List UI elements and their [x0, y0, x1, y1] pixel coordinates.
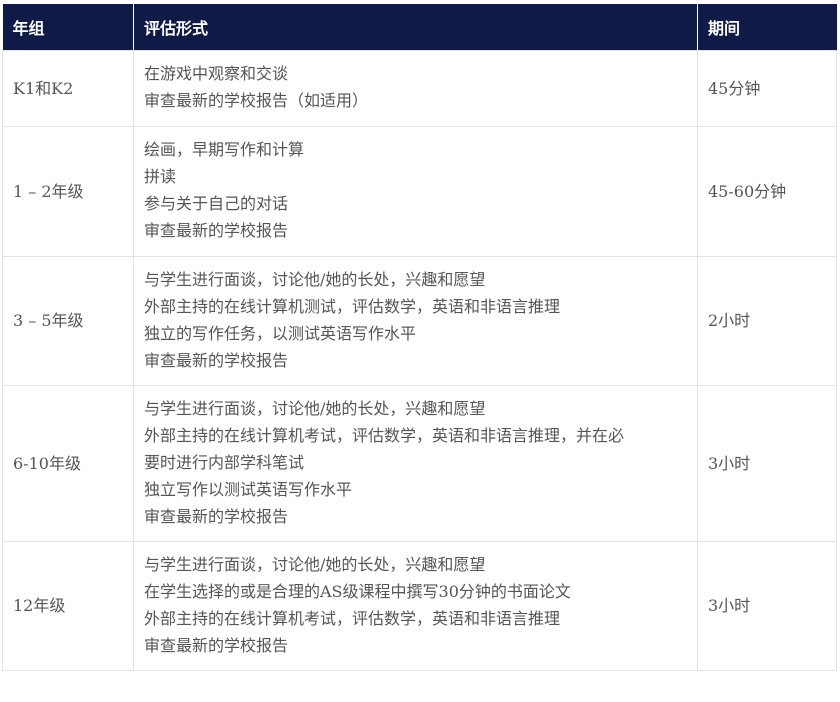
format-cell: 与学生进行面谈，讨论他/她的长处，兴趣和愿望 外部主持的在线计算机测试，评估数学…: [133, 255, 698, 386]
table-row: 12年级 与学生进行面谈，讨论他/她的长处，兴趣和愿望 在学生选择的或是合理的A…: [2, 540, 837, 671]
duration-cell: 45分钟: [697, 49, 837, 127]
duration-cell: 3小时: [697, 540, 837, 671]
header-format: 评估形式: [133, 4, 698, 50]
header-row: 年组 评估形式 期间: [2, 4, 837, 50]
format-item: 与学生进行面谈，讨论他/她的长处，兴趣和愿望: [144, 398, 486, 418]
duration-cell: 45-60分钟: [697, 125, 837, 257]
grade-cell: 6-10年级: [2, 384, 134, 542]
format-item: 要时进行内部学科笔试: [144, 452, 305, 472]
format-cell: 绘画，早期写作和计算 拼读 参与关于自己的对话 审查最新的学校报告: [133, 125, 698, 257]
format-item: 审查最新的学校报告（如适用）: [144, 91, 369, 110]
format-item: 在学生选择的或是合理的AS级课程中撰写30分钟的书面论文: [144, 581, 571, 601]
format-item: 参与关于自己的对话: [144, 194, 289, 213]
format-item: 审查最新的学校报告: [144, 221, 289, 240]
format-item: 外部主持的在线计算机测试，评估数学，英语和非语言推理: [144, 296, 561, 316]
table-header: 年组 评估形式 期间: [2, 4, 837, 50]
format-item: 审查最新的学校报告: [144, 506, 289, 526]
table-row: K1和K2 在游戏中观察和交谈 审查最新的学校报告（如适用） 45分钟: [2, 49, 837, 127]
format-item: 与学生进行面谈，讨论他/她的长处，兴趣和愿望: [144, 269, 486, 289]
format-cell: 与学生进行面谈，讨论他/她的长处，兴趣和愿望 外部主持的在线计算机考试，评估数学…: [133, 384, 698, 542]
format-item: 独立写作以测试英语写作水平: [144, 479, 353, 499]
duration-cell: 2小时: [697, 255, 837, 386]
format-item: 外部主持的在线计算机考试，评估数学，英语和非语言推理: [144, 608, 561, 628]
assessment-table: 年组 评估形式 期间 K1和K2 在游戏中观察和交谈 审查最新的学校报告（如适用…: [2, 4, 837, 671]
grade-cell: K1和K2: [2, 49, 134, 127]
format-item: 拼读: [144, 167, 177, 186]
duration-cell: 3小时: [697, 384, 837, 542]
table-row: 6-10年级 与学生进行面谈，讨论他/她的长处，兴趣和愿望 外部主持的在线计算机…: [2, 384, 837, 542]
format-cell: 与学生进行面谈，讨论他/她的长处，兴趣和愿望 在学生选择的或是合理的AS级课程中…: [133, 540, 698, 671]
format-item: 审查最新的学校报告: [144, 635, 289, 655]
format-item: 绘画，早期写作和计算: [144, 140, 305, 159]
table-row: 1 – 2年级 绘画，早期写作和计算 拼读 参与关于自己的对话 审查最新的学校报…: [2, 125, 837, 257]
grade-cell: 1 – 2年级: [2, 125, 134, 257]
grade-cell: 12年级: [2, 540, 134, 671]
table-row: 3 – 5年级 与学生进行面谈，讨论他/她的长处，兴趣和愿望 外部主持的在线计算…: [2, 255, 837, 386]
grade-cell: 3 – 5年级: [2, 255, 134, 386]
format-item: 外部主持的在线计算机考试，评估数学，英语和非语言推理，并在必: [144, 425, 625, 445]
format-item: 与学生进行面谈，讨论他/她的长处，兴趣和愿望: [144, 554, 486, 574]
header-duration: 期间: [697, 4, 837, 50]
format-item: 独立的写作任务，以测试英语写作水平: [144, 323, 417, 343]
format-item: 在游戏中观察和交谈: [144, 64, 289, 83]
format-cell: 在游戏中观察和交谈 审查最新的学校报告（如适用）: [133, 49, 698, 127]
format-item: 审查最新的学校报告: [144, 350, 289, 370]
table-body: K1和K2 在游戏中观察和交谈 审查最新的学校报告（如适用） 45分钟 1 – …: [2, 49, 837, 671]
header-grade: 年组: [2, 4, 134, 50]
